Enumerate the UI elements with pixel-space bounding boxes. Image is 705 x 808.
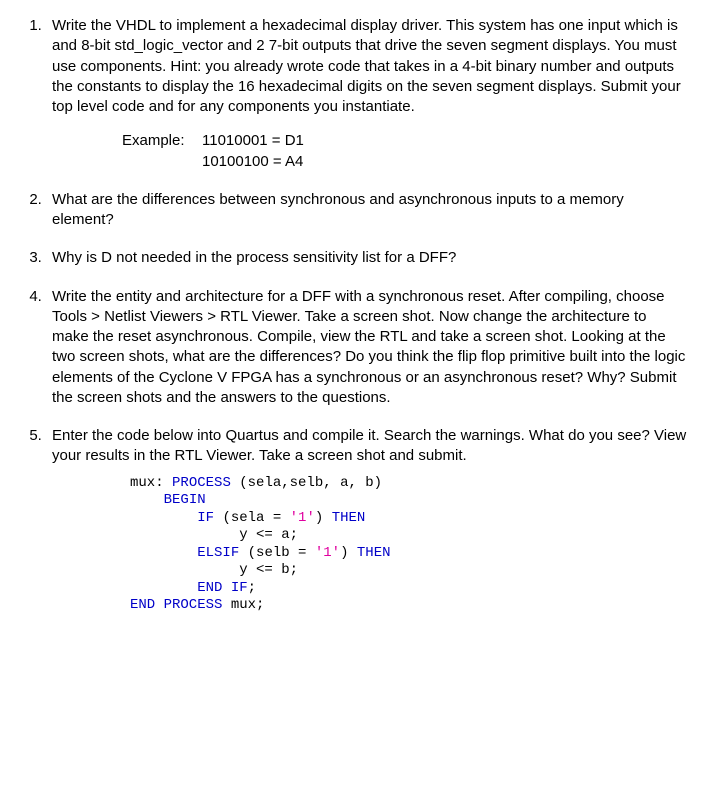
code-colon: : bbox=[155, 475, 163, 491]
code-kw-begin: BEGIN bbox=[164, 492, 206, 508]
example-line-2: 10100100 = A4 bbox=[202, 153, 303, 170]
question-2: What are the differences between synchro… bbox=[46, 190, 687, 231]
question-2-text: What are the differences between synchro… bbox=[52, 191, 624, 228]
code-kw-process: PROCESS bbox=[172, 475, 231, 491]
question-4-text: Write the entity and architecture for a … bbox=[52, 288, 685, 406]
code-kw-if: IF bbox=[197, 510, 214, 526]
question-5-text: Enter the code below into Quartus and co… bbox=[52, 427, 686, 464]
code-semi2: ; bbox=[256, 597, 264, 613]
code-cond1-a: (sela = bbox=[222, 510, 289, 526]
question-1-text: Write the VHDL to implement a hexadecima… bbox=[52, 17, 681, 115]
code-kw-endprocess: END PROCESS bbox=[130, 597, 222, 613]
question-list: Write the VHDL to implement a hexadecima… bbox=[18, 16, 687, 615]
example-label: Example: bbox=[122, 131, 202, 151]
code-sens: (sela,selb, a, b) bbox=[239, 475, 382, 491]
code-kw-elsif: ELSIF bbox=[197, 545, 239, 561]
code-cond2-b: ) bbox=[340, 545, 348, 561]
code-lit1: '1' bbox=[290, 510, 315, 526]
code-kw-then1: THEN bbox=[332, 510, 366, 526]
code-cond1-b: ) bbox=[315, 510, 323, 526]
example-row-2: 10100100 = A4 bbox=[202, 152, 687, 172]
code-kw-then2: THEN bbox=[357, 545, 391, 561]
question-3: Why is D not needed in the process sensi… bbox=[46, 248, 687, 268]
question-4: Write the entity and architecture for a … bbox=[46, 287, 687, 409]
example-row-1: Example: 11010001 = D1 bbox=[122, 131, 687, 151]
code-semi1: ; bbox=[248, 580, 256, 596]
question-3-text: Why is D not needed in the process sensi… bbox=[52, 249, 456, 266]
code-block: mux: PROCESS (sela,selb, a, b) BEGIN IF … bbox=[130, 475, 687, 615]
example-block: Example: 11010001 = D1 10100100 = A4 bbox=[122, 131, 687, 172]
code-mux-name: mux bbox=[130, 475, 155, 491]
question-1: Write the VHDL to implement a hexadecima… bbox=[46, 16, 687, 172]
code-assign1: y <= a; bbox=[239, 527, 298, 543]
code-lit2: '1' bbox=[315, 545, 340, 561]
question-5: Enter the code below into Quartus and co… bbox=[46, 426, 687, 615]
code-kw-endif: END IF bbox=[197, 580, 247, 596]
code-assign2: y <= b; bbox=[239, 562, 298, 578]
example-line-1: 11010001 = D1 bbox=[202, 131, 304, 151]
code-cond2-a: (selb = bbox=[248, 545, 315, 561]
code-mux-end: mux bbox=[231, 597, 256, 613]
